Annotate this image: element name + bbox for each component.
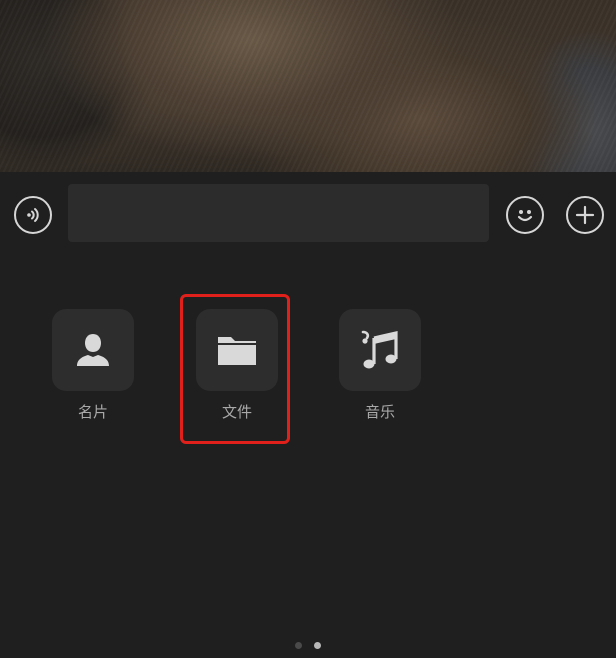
more-functions-panel: 名片 文件 音乐	[0, 256, 616, 658]
emoji-button[interactable]	[506, 196, 544, 234]
person-icon	[77, 334, 109, 366]
music-tile[interactable]	[339, 309, 421, 391]
emoji-icon	[517, 210, 533, 222]
chat-screen: 名片 文件 音乐	[0, 0, 616, 658]
chat-input-bar	[0, 172, 616, 256]
file-highlight-box	[180, 294, 290, 444]
voice-icon	[27, 208, 39, 222]
chat-background-photo	[0, 0, 616, 172]
more-button[interactable]	[566, 196, 604, 234]
music-label: 音乐	[364, 403, 395, 421]
page-indicator	[0, 642, 616, 649]
page-dot-1[interactable]	[295, 642, 302, 649]
plus-icon	[575, 205, 595, 225]
voice-button[interactable]	[14, 196, 52, 234]
business-card-button[interactable]: 名片	[51, 309, 135, 421]
music-note-icon	[361, 330, 398, 369]
business-card-label: 名片	[77, 403, 108, 421]
music-button[interactable]: 音乐	[338, 309, 422, 421]
message-input[interactable]	[68, 184, 489, 242]
business-card-tile[interactable]	[52, 309, 134, 391]
page-dot-2-active[interactable]	[314, 642, 321, 649]
